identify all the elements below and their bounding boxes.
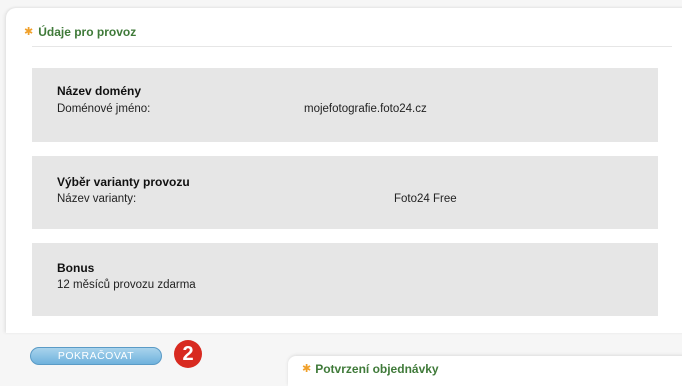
continue-button[interactable]: POKRAČOVAT — [30, 347, 162, 365]
step-number-badge: 2 — [174, 340, 202, 368]
domain-name-section: Název domény Doménové jméno: mojefotogra… — [32, 68, 658, 142]
order-confirmation-panel: ✱ Potvrzení objednávky — [288, 356, 682, 386]
order-confirmation-title: Potvrzení objednávky — [315, 362, 439, 376]
variant-name-label: Název varianty: — [57, 193, 137, 205]
order-confirmation-header: ✱ Potvrzení objednávky — [302, 362, 439, 376]
panel-header: ✱ Údaje pro provoz — [24, 25, 136, 39]
star-icon: ✱ — [24, 25, 34, 38]
header-divider — [32, 46, 672, 47]
domain-name-value: mojefotografie.foto24.cz — [304, 103, 427, 115]
panel-title: Údaje pro provoz — [38, 25, 137, 39]
bonus-section-title: Bonus — [57, 261, 95, 275]
star-icon: ✱ — [302, 362, 312, 375]
variant-section: Výběr varianty provozu Název varianty: F… — [32, 156, 658, 229]
bonus-section: Bonus 12 měsíců provozu zdarma — [32, 243, 658, 316]
domain-name-label: Doménové jméno: — [57, 103, 151, 115]
variant-section-title: Výběr varianty provozu — [57, 175, 190, 189]
domain-section-title: Název domény — [57, 84, 142, 98]
variant-name-value: Foto24 Free — [394, 193, 457, 205]
bonus-text: 12 měsíců provozu zdarma — [57, 279, 196, 291]
